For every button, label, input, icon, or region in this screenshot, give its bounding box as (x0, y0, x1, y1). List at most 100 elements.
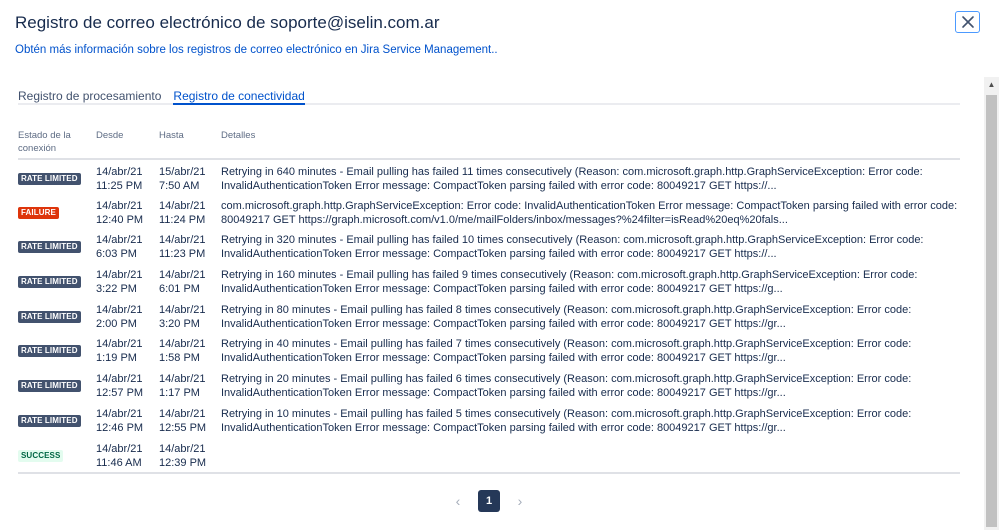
pagination: ‹ 1 › (18, 490, 960, 512)
to-time: 1:17 PM (159, 387, 200, 400)
modal-content: Registro de procesamiento Registro de co… (18, 77, 960, 512)
from-cell: 14/abr/21 12:40 PM (96, 194, 159, 229)
details-cell: Retrying in 160 minutes - Email pulling … (221, 263, 960, 298)
from-cell: 14/abr/21 11:46 AM (96, 436, 159, 474)
details-cell: Retrying in 10 minutes - Email pulling h… (221, 402, 960, 437)
from-cell: 14/abr/21 2:00 PM (96, 298, 159, 333)
chevron-right-icon: › (517, 493, 523, 509)
status-lozenge: RATE LIMITED (18, 345, 81, 358)
vertical-scrollbar[interactable]: ▲ (984, 77, 999, 530)
tab-processing-log[interactable]: Registro de procesamiento (18, 77, 161, 103)
from-date: 14/abr/21 (96, 442, 143, 455)
scroll-up-arrow-icon[interactable]: ▲ (984, 77, 999, 92)
from-date: 14/abr/21 (96, 269, 143, 282)
details-cell: com.microsoft.graph.http.GraphServiceExc… (221, 194, 960, 229)
from-time: 6:03 PM (96, 248, 137, 261)
details-line-2: InvalidAuthenticationToken Error message… (221, 283, 783, 296)
modal-body: Registro de procesamiento Registro de co… (0, 77, 999, 530)
to-cell: 14/abr/21 3:20 PM (159, 298, 221, 333)
details-line-1: Retrying in 640 minutes - Email pulling … (221, 166, 923, 178)
details-cell: Retrying in 80 minutes - Email pulling h… (221, 298, 960, 333)
status-cell: RATE LIMITED (18, 332, 96, 367)
modal-title: Registro de correo electrónico de soport… (15, 13, 440, 32)
learn-more-link[interactable]: Obtén más información sobre los registro… (15, 43, 985, 58)
status-lozenge: FAILURE (18, 206, 59, 219)
from-time: 3:22 PM (96, 283, 137, 296)
column-header-from[interactable]: Desde (96, 129, 159, 160)
details-line-2: InvalidAuthenticationToken Error message… (221, 352, 786, 365)
modal-header: Registro de correo electrónico de soport… (15, 12, 985, 58)
status-cell: RATE LIMITED (18, 402, 96, 437)
to-cell: 14/abr/21 11:24 PM (159, 194, 221, 229)
from-date: 14/abr/21 (96, 407, 143, 420)
table-row: RATE LIMITED 14/abr/21 12:46 PM 14/abr/21 12… (18, 402, 960, 437)
to-date: 14/abr/21 (159, 269, 206, 282)
status-lozenge: RATE LIMITED (18, 241, 81, 254)
status-cell: RATE LIMITED (18, 159, 96, 194)
details-cell: Retrying in 640 minutes - Email pulling … (221, 159, 960, 194)
to-time: 3:20 PM (159, 317, 200, 330)
status-lozenge: RATE LIMITED (18, 173, 81, 185)
status-cell: SUCCESS (18, 436, 96, 474)
table-row: RATE LIMITED 14/abr/21 11:25 PM 15/abr/21 7:… (18, 159, 960, 194)
details-line-2: InvalidAuthenticationToken Error message… (221, 421, 786, 434)
from-time: 12:46 PM (96, 421, 144, 434)
from-cell: 14/abr/21 3:22 PM (96, 263, 159, 298)
from-cell: 14/abr/21 12:46 PM (96, 402, 159, 437)
to-date: 14/abr/21 (159, 373, 206, 386)
to-date: 14/abr/21 (159, 234, 206, 247)
from-time: 11:25 PM (96, 180, 143, 192)
details-line-2: InvalidAuthenticationToken Error message… (221, 387, 786, 400)
details-line-1: Retrying in 80 minutes - Email pulling h… (221, 303, 912, 316)
table-row: RATE LIMITED 14/abr/21 3:22 PM 14/abr/21 6:0… (18, 263, 960, 298)
tab-connectivity-log[interactable]: Registro de conectividad (173, 77, 306, 105)
table-body: RATE LIMITED 14/abr/21 11:25 PM 15/abr/21 7:… (18, 159, 960, 474)
to-cell: 14/abr/21 1:17 PM (159, 367, 221, 402)
details-cell: Retrying in 320 minutes - Email pulling … (221, 228, 960, 263)
column-header-status[interactable]: Estado de la conexión (18, 129, 96, 160)
table-row: RATE LIMITED 14/abr/21 2:00 PM 14/abr/21 3:2… (18, 298, 960, 333)
details-line-1: com.microsoft.graph.http.GraphServiceExc… (221, 199, 958, 212)
table-row: SUCCESS 14/abr/21 11:46 AM 14/abr/21 12:39 P… (18, 436, 960, 474)
column-header-details[interactable]: Detalles (221, 129, 960, 160)
from-cell: 14/abr/21 11:25 PM (96, 159, 159, 194)
to-time: 1:58 PM (159, 352, 200, 365)
prev-page-button[interactable]: ‹ (448, 493, 468, 509)
connectivity-log-table: Estado de la conexión Desde Hasta Detall… (18, 129, 960, 474)
to-time: 12:55 PM (159, 421, 207, 434)
status-cell: RATE LIMITED (18, 228, 96, 263)
to-time: 11:24 PM (159, 213, 206, 226)
from-cell: 14/abr/21 12:57 PM (96, 367, 159, 402)
next-page-button[interactable]: › (510, 493, 530, 509)
to-cell: 14/abr/21 12:55 PM (159, 402, 221, 437)
table-row: RATE LIMITED 14/abr/21 1:19 PM 14/abr/21 1:5… (18, 332, 960, 367)
from-time: 12:57 PM (96, 387, 144, 400)
to-time: 12:39 PM (159, 456, 207, 469)
from-time: 1:19 PM (96, 352, 137, 365)
from-date: 14/abr/21 (96, 373, 143, 386)
status-lozenge: RATE LIMITED (18, 276, 81, 289)
to-cell: 14/abr/21 12:39 PM (159, 436, 221, 474)
status-lozenge: SUCCESS (18, 449, 64, 462)
scrollbar-thumb[interactable] (986, 95, 997, 527)
details-cell: Retrying in 40 minutes - Email pulling h… (221, 332, 960, 367)
status-cell: RATE LIMITED (18, 367, 96, 402)
details-line-1: Retrying in 20 minutes - Email pulling h… (221, 373, 912, 386)
status-cell: RATE LIMITED (18, 263, 96, 298)
close-button[interactable] (955, 11, 980, 33)
details-line-1: Retrying in 320 minutes - Email pulling … (221, 234, 924, 247)
details-cell (221, 436, 960, 474)
from-time: 12:40 PM (96, 213, 144, 226)
to-time: 6:01 PM (159, 283, 200, 296)
from-date: 14/abr/21 (96, 338, 143, 351)
page-button-current[interactable]: 1 (478, 490, 500, 512)
details-line-2: 80049217 GET https://graph.microsoft.com… (221, 213, 788, 226)
from-time: 2:00 PM (96, 317, 137, 330)
status-cell: FAILURE (18, 194, 96, 229)
to-date: 14/abr/21 (159, 407, 206, 420)
to-cell: 14/abr/21 1:58 PM (159, 332, 221, 367)
column-header-to[interactable]: Hasta (159, 129, 221, 160)
details-line-1: Retrying in 160 minutes - Email pulling … (221, 269, 918, 282)
to-cell: 14/abr/21 6:01 PM (159, 263, 221, 298)
details-line-2: InvalidAuthenticationToken Error message… (221, 317, 786, 330)
